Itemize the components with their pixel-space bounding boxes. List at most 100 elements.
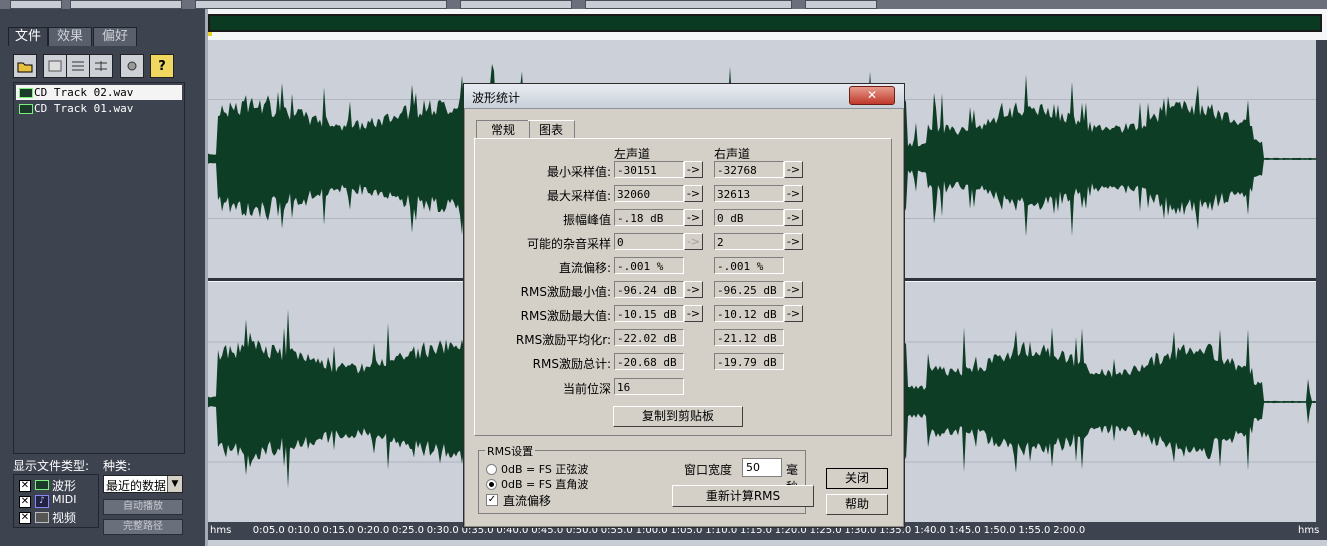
chevron-down-icon[interactable]: ▼ bbox=[167, 476, 182, 492]
video-icon bbox=[35, 512, 49, 523]
timeline-tick-label: 0:10.0 bbox=[287, 525, 320, 536]
toolbar-button[interactable] bbox=[460, 0, 572, 9]
options-icon[interactable] bbox=[120, 54, 144, 78]
timeline-tick-label: 1:55.0 bbox=[1018, 525, 1051, 536]
rms-settings-title: RMS设置 bbox=[485, 443, 536, 459]
timeline-tick-label: 0:05.0 bbox=[252, 525, 285, 536]
tab-favorites[interactable]: 偏好 bbox=[93, 27, 137, 46]
goto-left-button[interactable]: -> bbox=[684, 281, 703, 298]
timeline-tick-label: 0:30.0 bbox=[426, 525, 459, 536]
stat-label: 最小采样值: bbox=[546, 165, 611, 179]
video-filter-label: 视频 bbox=[52, 511, 77, 525]
tab-file[interactable]: 文件 bbox=[8, 27, 48, 46]
insert-multitrack-icon[interactable] bbox=[66, 54, 90, 78]
left-channel-header: 左声道 bbox=[614, 147, 651, 161]
timeline-tick-label: 0:20.0 bbox=[357, 525, 390, 536]
help-button[interactable]: 帮助 bbox=[826, 494, 888, 515]
auto-play-button[interactable]: 自动播放 bbox=[103, 499, 183, 515]
goto-right-button[interactable]: -> bbox=[784, 161, 803, 178]
video-filter-checkbox[interactable]: ✕ bbox=[19, 512, 31, 524]
waveform-filter-label: 波形 bbox=[52, 479, 77, 493]
dc-offset-checkbox[interactable]: ✓ bbox=[486, 494, 498, 506]
recalculate-rms-button[interactable]: 重新计算RMS bbox=[672, 485, 814, 507]
midi-icon: ♪ bbox=[35, 495, 49, 508]
goto-left-button[interactable]: -> bbox=[684, 233, 703, 250]
insert-cd-list-icon[interactable] bbox=[89, 54, 113, 78]
dialog-title: 波形统计 bbox=[472, 91, 521, 105]
left-channel-value: -20.68 dB bbox=[614, 353, 684, 370]
timeline-tick-label: 1:45.0 bbox=[948, 525, 981, 536]
open-file-icon[interactable] bbox=[13, 54, 37, 78]
goto-right-button[interactable]: -> bbox=[784, 305, 803, 322]
left-channel-value: -.001 % bbox=[614, 257, 684, 274]
right-channel-value: 32613 bbox=[714, 185, 784, 202]
square-wave-radio[interactable] bbox=[486, 479, 497, 490]
left-channel-value: -.18 dB bbox=[614, 209, 684, 226]
goto-left-button[interactable]: -> bbox=[684, 209, 703, 226]
kind-label: 种类: bbox=[103, 459, 132, 473]
goto-right-button[interactable]: -> bbox=[784, 185, 803, 202]
toolbar-button[interactable] bbox=[10, 0, 62, 9]
stat-label: 可能的杂音采样 bbox=[526, 237, 611, 251]
file-types-label: 显示文件类型: bbox=[13, 459, 90, 473]
goto-right-button[interactable]: -> bbox=[784, 233, 803, 250]
toolbar-button[interactable] bbox=[805, 0, 877, 9]
timeline-tick-label: hms bbox=[1298, 525, 1320, 536]
top-toolbar bbox=[0, 0, 1327, 9]
window-width-input[interactable]: 50 bbox=[742, 458, 782, 477]
help-icon[interactable]: ? bbox=[150, 54, 174, 78]
tab-effects[interactable]: 效果 bbox=[48, 27, 92, 46]
left-channel-value: 0 bbox=[614, 233, 684, 250]
midi-filter-checkbox[interactable]: ✕ bbox=[19, 496, 31, 508]
level-ruler bbox=[1316, 40, 1327, 522]
list-item[interactable]: CD Track 02.wav bbox=[16, 85, 182, 100]
window-width-label: 窗口宽度 bbox=[684, 463, 733, 477]
stat-label: RMS激励最小值: bbox=[520, 285, 611, 299]
horizontal-scrollbar[interactable] bbox=[208, 540, 1327, 546]
timeline-tick-label: 1:40.0 bbox=[914, 525, 946, 536]
left-channel-value: -10.15 dB bbox=[614, 305, 684, 322]
waveform-filter-checkbox[interactable]: ✕ bbox=[19, 480, 31, 492]
goto-right-button[interactable]: -> bbox=[784, 281, 803, 298]
goto-left-button[interactable]: -> bbox=[684, 161, 703, 178]
toolbar-button[interactable] bbox=[70, 0, 182, 9]
right-channel-value: -19.79 dB bbox=[714, 353, 784, 370]
right-channel-value: -96.25 dB bbox=[714, 281, 784, 298]
stat-label: RMS激励平均化r: bbox=[515, 333, 611, 347]
stat-label: 振幅峰值 bbox=[562, 213, 611, 227]
left-channel-value: -96.24 dB bbox=[614, 281, 684, 298]
close-icon[interactable]: ✕ bbox=[849, 86, 895, 105]
organizer-panel: 文件 效果 偏好 ? CD Track 02.wav CD Track 01.w… bbox=[0, 9, 205, 546]
left-channel-value: -22.02 dB bbox=[614, 329, 684, 346]
left-channel-value: 32060 bbox=[614, 185, 684, 202]
timeline-tick-label: 1:50.0 bbox=[983, 525, 1016, 536]
toolbar-button[interactable] bbox=[585, 0, 792, 9]
tab-general[interactable]: 常规 bbox=[476, 120, 530, 139]
stat-label: 直流偏移: bbox=[558, 261, 611, 275]
stat-label: 最大采样值: bbox=[546, 189, 611, 203]
copy-to-clipboard-button[interactable]: 复制到剪贴板 bbox=[613, 406, 743, 427]
file-name: CD Track 01.wav bbox=[34, 102, 134, 115]
waveform-icon bbox=[35, 480, 49, 490]
left-channel-value: -30151 bbox=[614, 161, 684, 178]
close-button[interactable]: 关闭 bbox=[826, 468, 888, 489]
sine-wave-radio[interactable] bbox=[486, 464, 497, 475]
list-item[interactable]: CD Track 01.wav bbox=[16, 101, 182, 116]
timeline-tick-label: 0:15.0 bbox=[322, 525, 355, 536]
kind-select[interactable]: 最近的数据 ▼ bbox=[103, 475, 183, 493]
bit-depth-label: 当前位深 bbox=[562, 382, 611, 396]
waveform-statistics-dialog: 波形统计 ✕ 常规 图表 左声道 右声道 当前位深 16 复制到剪贴板 RMS设… bbox=[463, 83, 905, 528]
full-path-button[interactable]: 完整路径 bbox=[103, 519, 183, 535]
tab-chart[interactable]: 图表 bbox=[528, 120, 575, 139]
timeline-tick-label: 0:25.0 bbox=[392, 525, 424, 536]
waveform-overview-bar[interactable] bbox=[208, 14, 1322, 32]
dialog-titlebar[interactable]: 波形统计 ✕ bbox=[464, 84, 904, 109]
goto-left-button[interactable]: -> bbox=[684, 185, 703, 202]
close-file-icon[interactable] bbox=[43, 54, 67, 78]
goto-right-button[interactable]: -> bbox=[784, 209, 803, 226]
file-list[interactable]: CD Track 02.wav CD Track 01.wav bbox=[13, 82, 185, 454]
right-channel-value: 0 dB bbox=[714, 209, 784, 226]
toolbar-button[interactable] bbox=[195, 0, 447, 9]
goto-left-button[interactable]: -> bbox=[684, 305, 703, 322]
timeline-tick-label: hms bbox=[210, 525, 232, 536]
